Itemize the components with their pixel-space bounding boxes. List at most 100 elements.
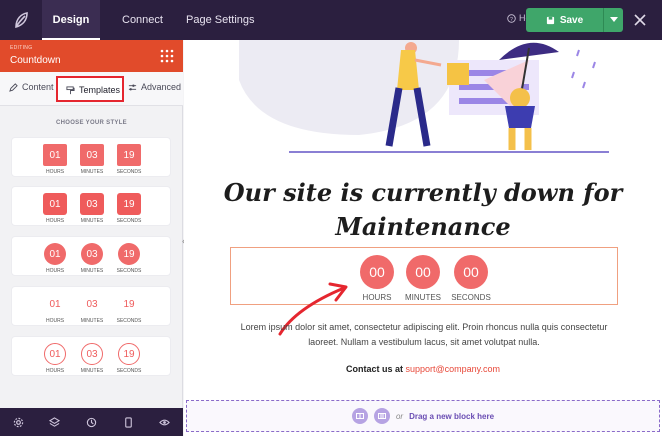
template-unit: 19 SECONDS bbox=[116, 343, 142, 374]
template-label: MINUTES bbox=[80, 218, 104, 224]
mobile-icon[interactable] bbox=[123, 416, 134, 428]
template-card-3[interactable]: 01 HOURS 03 MINUTES 19 SECONDS bbox=[11, 236, 171, 276]
save-icon bbox=[546, 16, 554, 24]
page-canvas: Our site is currently down for Maintenan… bbox=[184, 40, 662, 436]
editing-title: Countdown bbox=[10, 55, 61, 66]
sidebar-bottom-toolbar bbox=[0, 408, 183, 436]
countdown-value: 00 bbox=[454, 255, 488, 289]
template-value: 19 bbox=[117, 144, 141, 166]
template-unit: 01 HOURS bbox=[42, 243, 68, 274]
template-unit: 01 HOURS bbox=[42, 144, 68, 175]
template-card-1[interactable]: 01 HOURS 03 MINUTES 19 SECONDS bbox=[11, 137, 171, 177]
contact-line[interactable]: Contact us at support@company.com bbox=[184, 364, 662, 374]
template-unit: 03 MINUTES bbox=[79, 193, 105, 224]
template-label: SECONDS bbox=[116, 218, 142, 224]
eye-icon[interactable] bbox=[159, 417, 171, 428]
template-value: 19 bbox=[118, 243, 140, 265]
tab-connect[interactable]: Connect bbox=[122, 0, 163, 40]
template-label: SECONDS bbox=[116, 268, 142, 274]
template-value: 03 bbox=[80, 144, 104, 166]
headline-line-2: Maintenance bbox=[335, 212, 511, 241]
template-unit: 19 SECONDS bbox=[116, 243, 142, 274]
template-label: SECONDS bbox=[116, 318, 142, 324]
dropzone-or: or bbox=[395, 411, 404, 421]
history-icon[interactable] bbox=[86, 417, 97, 428]
template-unit: 19 SECONDS bbox=[116, 293, 142, 325]
choose-style-heading: CHOOSE YOUR STYLE bbox=[55, 120, 127, 126]
template-value: 01 bbox=[44, 243, 66, 265]
body-line-1: Lorem ipsum dolor sit amet, consectetur … bbox=[240, 322, 608, 332]
template-unit: 03 MINUTES bbox=[79, 343, 105, 374]
body-text[interactable]: Lorem ipsum dolor sit amet, consectetur … bbox=[224, 320, 624, 350]
template-unit: 01 HOURS bbox=[42, 293, 68, 325]
template-label: MINUTES bbox=[80, 318, 104, 324]
template-value: 19 bbox=[117, 193, 141, 215]
template-value: 01 bbox=[43, 193, 67, 215]
countdown-seconds: 00 SECONDS bbox=[441, 255, 501, 302]
template-label: MINUTES bbox=[80, 368, 104, 374]
gear-icon[interactable] bbox=[13, 417, 24, 428]
template-card-2[interactable]: 01 HOURS 03 MINUTES 19 SECONDS bbox=[11, 186, 171, 226]
template-unit: 19 SECONDS bbox=[116, 144, 142, 175]
template-unit: 01 HOURS bbox=[42, 193, 68, 224]
svg-text:?: ? bbox=[510, 16, 513, 22]
template-label: HOURS bbox=[45, 169, 65, 175]
template-unit: 19 SECONDS bbox=[116, 193, 142, 224]
template-label: MINUTES bbox=[80, 268, 104, 274]
save-options-dropdown[interactable] bbox=[603, 8, 623, 32]
caret-down-icon bbox=[609, 17, 618, 22]
headline-line-1: Our site is currently down for bbox=[223, 178, 623, 207]
countdown-value: 00 bbox=[360, 255, 394, 289]
tab-content-label: Content bbox=[22, 82, 54, 92]
grid-icon[interactable] bbox=[160, 49, 174, 63]
tab-advanced-label: Advanced bbox=[141, 82, 182, 92]
countdown-label: SECONDS bbox=[451, 293, 491, 302]
page-headline[interactable]: Our site is currently down for Maintenan… bbox=[184, 176, 662, 244]
add-section-icon[interactable] bbox=[373, 408, 390, 424]
add-row-icon[interactable] bbox=[351, 408, 368, 424]
help-icon: ? bbox=[507, 13, 516, 22]
template-label: SECONDS bbox=[116, 368, 142, 374]
template-label: HOURS bbox=[45, 218, 65, 224]
template-value: 01 bbox=[44, 343, 66, 365]
countdown-value: 00 bbox=[406, 255, 440, 289]
sliders-icon bbox=[128, 84, 137, 90]
template-value: 03 bbox=[80, 193, 104, 215]
template-unit: 03 MINUTES bbox=[79, 243, 105, 274]
template-card-5[interactable]: 01 HOURS 03 MINUTES 19 SECONDS bbox=[11, 336, 171, 376]
dropzone-label: Drag a new block here bbox=[409, 411, 495, 421]
template-unit: 01 HOURS bbox=[42, 343, 68, 374]
editing-label: EDITING bbox=[10, 45, 33, 51]
template-value: 03 bbox=[81, 343, 103, 365]
contact-email-link[interactable]: support@company.com bbox=[406, 364, 501, 374]
layers-icon[interactable] bbox=[49, 416, 61, 428]
save-label: Save bbox=[559, 14, 584, 26]
template-value: 19 bbox=[118, 343, 140, 365]
tab-page-settings[interactable]: Page Settings bbox=[186, 0, 255, 40]
top-bar: Design Connect Page Settings ? Help Save bbox=[0, 0, 662, 40]
template-label: HOURS bbox=[45, 368, 65, 374]
template-unit: 03 MINUTES bbox=[79, 144, 105, 175]
maintenance-illustration bbox=[239, 40, 609, 153]
tab-advanced[interactable]: Advanced bbox=[128, 82, 181, 92]
template-card-4[interactable]: 01 HOURS 03 MINUTES 19 SECONDS bbox=[11, 286, 171, 326]
tab-design[interactable]: Design bbox=[42, 0, 100, 40]
template-label: HOURS bbox=[45, 268, 65, 274]
pencil-icon bbox=[9, 82, 18, 92]
seedprod-logo-icon[interactable] bbox=[0, 0, 42, 40]
template-value: 03 bbox=[81, 243, 103, 265]
template-unit: 03 MINUTES bbox=[79, 293, 105, 325]
tab-templates-label: Templates bbox=[79, 85, 121, 95]
sidebar: EDITING Countdown Content Advanced Templ… bbox=[0, 40, 183, 436]
tab-templates-inner: Templates bbox=[66, 85, 120, 95]
save-button[interactable]: Save bbox=[526, 8, 603, 32]
template-value: 01 bbox=[49, 298, 61, 310]
template-label: MINUTES bbox=[80, 169, 104, 175]
paint-roller-icon bbox=[66, 85, 75, 94]
drop-block-zone[interactable]: or Drag a new block here bbox=[186, 400, 660, 432]
template-value: 01 bbox=[43, 144, 67, 166]
body-line-2: laoreet. Nullam a vestibulum lacus, sit … bbox=[308, 337, 540, 347]
tab-templates[interactable]: Templates bbox=[56, 76, 124, 102]
close-icon[interactable] bbox=[632, 12, 648, 28]
tab-content[interactable]: Content bbox=[9, 82, 54, 92]
